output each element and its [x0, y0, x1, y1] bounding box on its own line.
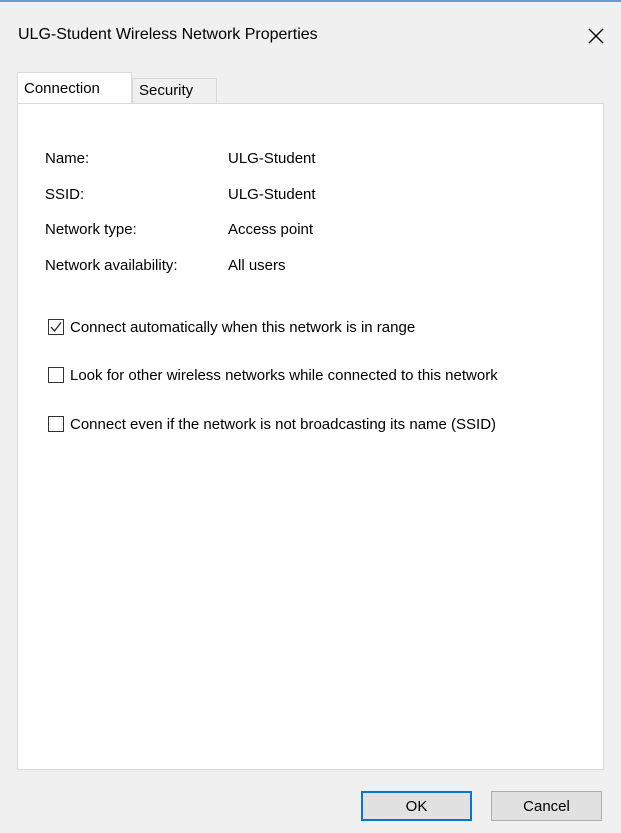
- name-value: ULG-Student: [228, 150, 316, 167]
- look-for-other-networks-label: Look for other wireless networks while c…: [70, 367, 498, 384]
- close-icon: [588, 28, 604, 44]
- connect-even-if-hidden-checkbox[interactable]: [48, 416, 64, 432]
- checkmark-icon: [50, 322, 62, 333]
- network-availability-value: All users: [228, 257, 286, 274]
- connect-automatically-label: Connect automatically when this network …: [70, 319, 416, 336]
- ssid-label: SSID:: [45, 186, 85, 203]
- tab-connection[interactable]: Connection: [17, 72, 132, 103]
- name-label: Name:: [45, 150, 90, 167]
- network-availability-label: Network availability:: [45, 257, 178, 274]
- look-for-other-networks-checkbox[interactable]: [48, 367, 64, 383]
- close-button[interactable]: [580, 20, 612, 52]
- tab-security[interactable]: Security: [132, 78, 217, 103]
- connect-automatically-checkbox[interactable]: [48, 319, 64, 335]
- network-type-value: Access point: [228, 221, 314, 238]
- ssid-value: ULG-Student: [228, 186, 316, 203]
- title-bar: ULG-Student Wireless Network Properties: [0, 2, 621, 68]
- connect-even-if-hidden-label: Connect even if the network is not broad…: [70, 416, 497, 433]
- network-type-label: Network type:: [45, 221, 137, 238]
- connection-panel: Name: ULG-Student SSID: ULG-Student Netw…: [17, 103, 604, 770]
- window-title: ULG-Student Wireless Network Properties: [18, 26, 318, 43]
- properties-dialog: ULG-Student Wireless Network Properties …: [0, 0, 621, 833]
- ok-button[interactable]: OK: [361, 791, 472, 821]
- cancel-button[interactable]: Cancel: [491, 791, 602, 821]
